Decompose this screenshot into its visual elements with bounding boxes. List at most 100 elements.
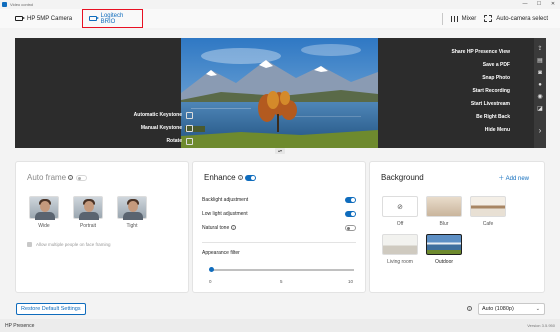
background-option-cafe[interactable]: Cafe: [470, 196, 506, 227]
camera-preview: Automatic Keystone Manual Keystone Rotat…: [15, 38, 546, 148]
save-pdf-button[interactable]: Save a PDF: [483, 61, 510, 69]
low-light-toggle[interactable]: [345, 211, 356, 217]
collapse-preview-handle[interactable]: ▴▾: [275, 148, 285, 154]
hide-menu-button[interactable]: Hide Menu: [485, 126, 510, 134]
start-livestream-button[interactable]: Start Livestream: [471, 100, 510, 108]
share-icon[interactable]: ⇪: [537, 46, 544, 53]
checkbox[interactable]: [27, 242, 32, 247]
info-icon[interactable]: i: [237, 175, 243, 181]
bottom-controls: Restore Default Settings i Auto (1080p) …: [0, 299, 560, 319]
auto-camera-label: Auto-camera select: [496, 15, 548, 22]
be-right-back-label: Be Right Back: [476, 114, 510, 120]
off-thumbnail: ⊘: [382, 196, 418, 217]
info-icon[interactable]: i: [68, 175, 74, 181]
window-title: Video control: [10, 2, 34, 7]
pdf-icon[interactable]: ▤: [537, 58, 544, 65]
natural-tone-label: Natural tone: [202, 225, 230, 231]
appearance-filter-label: Appearance filter: [202, 250, 240, 256]
automatic-keystone-button[interactable]: Automatic Keystone: [134, 111, 193, 119]
frame-option-label: Wide: [38, 223, 50, 229]
maximize-icon[interactable]: ☐: [532, 0, 546, 9]
frame-option-wide[interactable]: Wide: [29, 196, 59, 229]
start-recording-button[interactable]: Start Recording: [472, 87, 510, 95]
be-right-back-icon[interactable]: ◪: [537, 106, 544, 113]
auto-frame-toggle[interactable]: [75, 174, 87, 181]
natural-tone-toggle[interactable]: [345, 225, 356, 231]
preview-action-rail: ⇪ ▤ ◙ ● ◉ ◪ ›: [534, 38, 546, 148]
appearance-filter-slider-track[interactable]: [211, 269, 354, 271]
background-option-label: Off: [396, 221, 404, 227]
share-presence-view-button[interactable]: Share HP Presence View: [452, 48, 510, 56]
mixer-button[interactable]: Mixer: [450, 15, 477, 22]
chevron-right-icon[interactable]: ›: [539, 126, 542, 135]
camera-icon: [15, 16, 25, 21]
add-new-background-button[interactable]: ＋ Add new: [498, 173, 529, 182]
frame-option-label: Tight: [126, 223, 138, 229]
auto-camera-select-button[interactable]: Auto-camera select: [484, 15, 548, 22]
tab-logitech-brio[interactable]: Logitech BRIO: [82, 9, 144, 28]
tight-thumbnail: [117, 196, 147, 220]
backlight-label: Backlight adjustment: [202, 197, 249, 203]
enhance-card: Enhance i Backlight adjustment Low light…: [192, 161, 366, 293]
slider-mid-label: 5: [280, 279, 283, 284]
appearance-filter-slider-thumb[interactable]: [209, 267, 214, 272]
info-icon[interactable]: i: [230, 225, 236, 231]
close-icon[interactable]: ✕: [546, 0, 560, 9]
snap-photo-label: Snap Photo: [482, 75, 510, 81]
start-livestream-label: Start Livestream: [470, 101, 510, 107]
livestream-icon[interactable]: ◉: [537, 94, 544, 101]
info-icon[interactable]: i: [467, 306, 472, 311]
keystone-icon: [186, 111, 193, 119]
title-bar: Video control — ☐ ✕: [0, 0, 560, 9]
be-right-back-button[interactable]: Be Right Back: [476, 113, 510, 121]
backlight-row: Backlight adjustment: [202, 197, 356, 203]
restore-defaults-button[interactable]: Restore Default Settings: [16, 303, 86, 315]
tab-label: HP 5MP Camera: [27, 15, 73, 22]
multi-people-label: Allow multiple people on face framing: [36, 242, 111, 247]
mixer-label: Mixer: [461, 15, 477, 22]
record-icon[interactable]: ●: [537, 82, 544, 89]
tab-hp-5mp-camera[interactable]: HP 5MP Camera: [11, 12, 76, 26]
brand-name: HP Presence: [5, 322, 35, 329]
preview-image: [181, 38, 378, 148]
resolution-select[interactable]: Auto (1080p) ⌄: [478, 303, 545, 315]
status-footer: HP Presence Version 3.5.950: [0, 319, 560, 332]
camera-toolbar: HP 5MP Camera Logitech BRIO Mixer Auto-c…: [0, 9, 560, 28]
appearance-filter-header: Appearance filter: [202, 250, 356, 256]
background-option-label: Living room: [387, 259, 413, 265]
window-controls: — ☐ ✕: [518, 0, 560, 9]
start-recording-label: Start Recording: [472, 88, 510, 94]
manual-keystone-button[interactable]: Manual Keystone: [141, 124, 193, 132]
resolution-value: Auto (1080p): [482, 306, 514, 312]
multi-people-checkbox-row[interactable]: Allow multiple people on face framing: [27, 242, 111, 247]
mixer-icon: [450, 15, 458, 22]
no-background-icon: ⊘: [397, 203, 403, 211]
background-option-off[interactable]: ⊘ Off: [382, 196, 418, 227]
auto-frame-title: Auto frame: [27, 173, 67, 182]
rotate-icon: [186, 137, 193, 145]
chevron-down-icon: ⌄: [535, 306, 540, 312]
background-option-outdoor[interactable]: Outdoor: [426, 234, 462, 265]
preview-right-actions: Share HP Presence View Save a PDF Snap P…: [394, 48, 510, 134]
camera-snap-icon[interactable]: ◙: [537, 70, 544, 77]
slider-max-label: 10: [348, 279, 354, 284]
frame-option-portrait[interactable]: Portrait: [73, 196, 103, 229]
minimize-icon[interactable]: —: [518, 0, 532, 9]
slider-min-label: 0: [209, 279, 212, 284]
snap-photo-button[interactable]: Snap Photo: [482, 74, 510, 82]
rotate-button[interactable]: Rotate: [166, 137, 193, 145]
background-card: Background ＋ Add new ⊘ Off Blur Cafe Liv…: [369, 161, 545, 293]
frame-option-label: Portrait: [79, 223, 97, 229]
background-option-living-room[interactable]: Living room: [382, 234, 418, 265]
low-light-row: Low light adjustment: [202, 211, 356, 217]
background-option-blur[interactable]: Blur: [426, 196, 462, 227]
enhance-title: Enhance: [204, 173, 236, 182]
app-icon: [2, 2, 7, 7]
enhance-toggle[interactable]: [245, 174, 257, 181]
backlight-toggle[interactable]: [345, 197, 356, 203]
frame-option-tight[interactable]: Tight: [117, 196, 147, 229]
outdoor-thumbnail: [426, 234, 462, 255]
blur-thumbnail: [426, 196, 462, 217]
cafe-thumbnail: [470, 196, 506, 217]
manual-keystone-label: Manual Keystone: [140, 125, 182, 131]
